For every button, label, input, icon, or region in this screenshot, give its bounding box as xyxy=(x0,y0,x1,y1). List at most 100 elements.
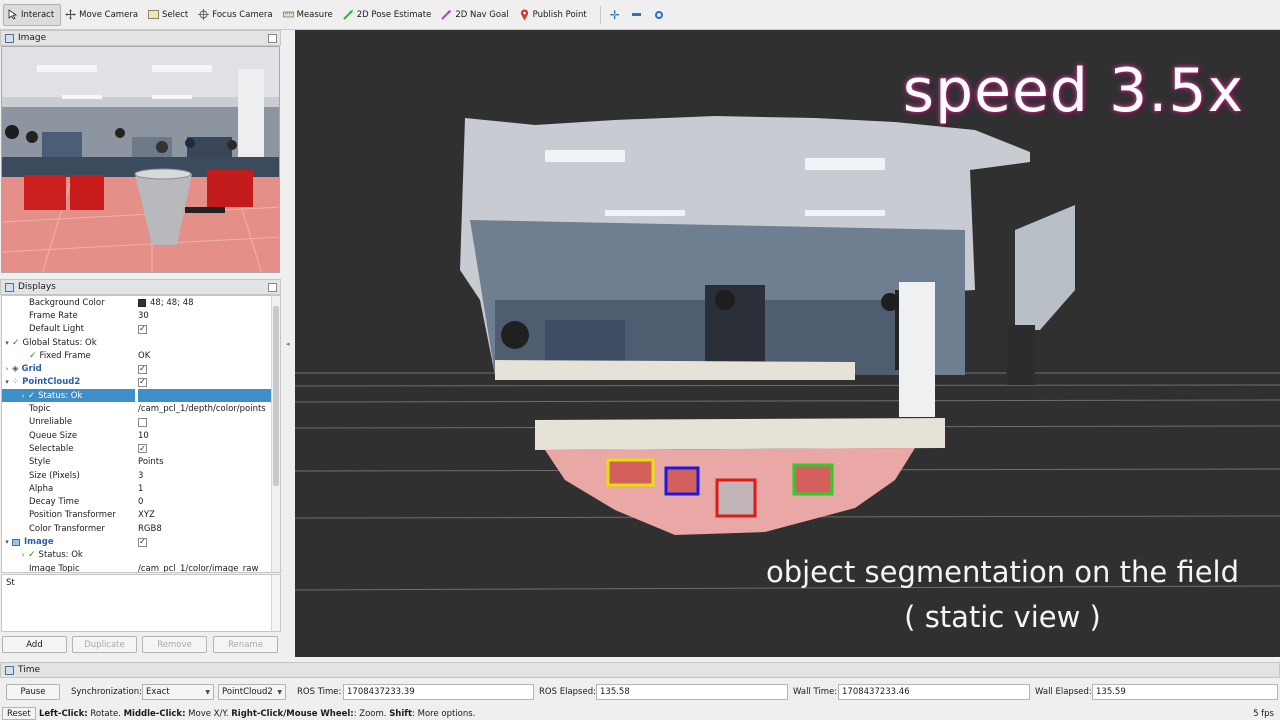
description-scrollbar[interactable] xyxy=(271,575,280,631)
property-name: › ✓ Status: Ok xyxy=(2,549,135,562)
property-name: Alpha xyxy=(29,483,54,494)
property-row[interactable]: Position Transformer XYZ xyxy=(2,509,272,522)
tool-measure[interactable]: Measure xyxy=(280,4,339,26)
expand-arrow-icon[interactable]: › xyxy=(18,392,28,400)
sync-source-value: PointCloud2 xyxy=(222,687,273,697)
tool-select[interactable]: Select xyxy=(145,4,194,26)
property-row[interactable]: ✓ Fixed Frame OK xyxy=(2,349,272,362)
displays-scrollbar[interactable] xyxy=(271,296,280,572)
reset-button[interactable]: Reset xyxy=(2,707,36,720)
expand-arrow-icon[interactable]: › xyxy=(18,551,28,559)
checkbox[interactable]: ✓ xyxy=(138,324,147,334)
checkbox[interactable]: ✓ xyxy=(138,364,147,374)
nav-goal-icon xyxy=(441,9,452,20)
property-value: 48; 48; 48 xyxy=(138,296,272,309)
property-value: RGB8 xyxy=(138,523,162,534)
tool-focus-camera[interactable]: Focus Camera xyxy=(195,4,278,26)
remove-display-button[interactable]: Remove xyxy=(142,636,207,653)
display-row-grid[interactable]: › ◈ Grid ✓ xyxy=(2,363,272,376)
add-tool-button[interactable]: ✛ xyxy=(607,7,623,23)
property-row[interactable]: Unreliable xyxy=(2,416,272,429)
wall-elapsed-field[interactable]: 135.59 xyxy=(1092,684,1278,700)
property-row[interactable]: Decay Time 0 xyxy=(2,496,272,509)
sync-source-select[interactable]: PointCloud2 ▼ xyxy=(218,684,286,700)
checkbox[interactable]: ✓ xyxy=(138,444,147,454)
property-name: Frame Rate xyxy=(29,310,78,321)
expand-arrow-icon[interactable]: ▾ xyxy=(2,538,12,546)
dropdown-arrow-icon: ▼ xyxy=(205,689,210,696)
display-row-pointcloud2[interactable]: ▾ ⁘ PointCloud2 ✓ xyxy=(2,376,272,389)
property-row-selected[interactable]: › ✓ Status: Ok xyxy=(2,389,272,403)
property-value: ✓ xyxy=(138,376,272,389)
status-label: Status: Ok xyxy=(38,550,83,561)
property-row[interactable]: Frame Rate 30 xyxy=(2,309,272,322)
property-row[interactable]: Alpha 1 xyxy=(2,482,272,495)
sync-mode-select[interactable]: Exact ▼ xyxy=(142,684,214,700)
tool-label: Publish Point xyxy=(532,9,587,20)
render-view[interactable]: speed 3.5x object segmentation on the fi… xyxy=(295,30,1280,657)
time-panel-title: Time xyxy=(0,662,1280,678)
property-row[interactable]: ▾ ✓ Global Status: Ok xyxy=(2,336,272,349)
property-value: ✓ xyxy=(138,323,272,336)
scrollbar-thumb[interactable] xyxy=(273,306,279,486)
fps-indicator: 5 fps xyxy=(1253,709,1274,719)
property-value: 1 xyxy=(138,483,144,494)
display-row-image[interactable]: ▾ Image ✓ xyxy=(2,535,272,548)
property-name: Default Light xyxy=(29,324,84,335)
tool-2d-pose-estimate[interactable]: 2D Pose Estimate xyxy=(340,4,438,26)
ros-elapsed-field[interactable]: 135.58 xyxy=(596,684,788,700)
property-row[interactable]: Style Points xyxy=(2,456,272,469)
panel-splitter[interactable]: ◂ xyxy=(282,30,295,658)
status-label: Status: Ok xyxy=(38,390,83,401)
hint-shift: Shift xyxy=(389,709,413,719)
property-name: Decay Time xyxy=(29,497,80,508)
color-swatch xyxy=(138,298,146,307)
checkbox[interactable]: ✓ xyxy=(138,377,147,387)
property-name: Queue Size xyxy=(29,430,78,441)
remove-tool-button[interactable] xyxy=(629,7,645,23)
property-value: ✓ xyxy=(138,535,272,548)
tool-properties-button[interactable] xyxy=(651,7,667,23)
property-name: Unreliable xyxy=(29,417,73,428)
tool-interact[interactable]: Interact xyxy=(3,3,62,26)
image-panel-title-text: Image xyxy=(18,33,47,43)
hint-right-click: Right-Click/Mouse Wheel: xyxy=(231,709,354,719)
property-row[interactable]: Selectable ✓ xyxy=(2,442,272,455)
move-camera-icon xyxy=(65,9,76,20)
property-name: Image Topic xyxy=(29,563,80,573)
property-name: ▾ ✓ Global Status: Ok xyxy=(2,336,135,349)
expand-arrow-icon[interactable]: ▾ xyxy=(2,378,12,386)
displays-buttons: Add Duplicate Remove Rename xyxy=(0,636,281,654)
checkbox[interactable]: ✓ xyxy=(138,537,147,547)
expand-arrow-icon[interactable]: › xyxy=(2,365,12,373)
displays-panel-close-box[interactable] xyxy=(268,283,277,292)
property-row[interactable]: Background Color 48; 48; 48 xyxy=(2,296,272,309)
property-row[interactable]: Queue Size 10 xyxy=(2,429,272,442)
property-row[interactable]: › ✓ Status: Ok xyxy=(2,549,272,562)
property-description: St xyxy=(1,574,281,632)
status-bar: Reset Left-Click: Rotate. Middle-Click: … xyxy=(0,706,1280,720)
image-panel-close-box[interactable] xyxy=(268,34,277,43)
property-row[interactable]: Default Light ✓ xyxy=(2,323,272,336)
property-row[interactable]: Color Transformer RGB8 xyxy=(2,522,272,535)
collapse-arrow-icon[interactable]: ◂ xyxy=(286,340,290,348)
detection-box-red xyxy=(715,478,757,518)
tool-2d-nav-goal[interactable]: 2D Nav Goal xyxy=(438,4,514,26)
tool-move-camera[interactable]: Move Camera xyxy=(62,4,144,26)
tool-label: 2D Pose Estimate xyxy=(356,9,432,20)
property-row[interactable]: Size (Pixels) 3 xyxy=(2,469,272,482)
status-ok-icon: ✓ xyxy=(12,337,20,348)
rename-display-button[interactable]: Rename xyxy=(213,636,278,653)
tool-publish-point[interactable]: Publish Point xyxy=(516,4,593,26)
add-display-button[interactable]: Add xyxy=(2,636,67,653)
pause-button[interactable]: Pause xyxy=(6,684,60,700)
ros-time-field[interactable]: 1708437233.39 xyxy=(343,684,534,700)
duplicate-display-button[interactable]: Duplicate xyxy=(72,636,137,653)
checkbox[interactable] xyxy=(138,417,147,427)
property-row[interactable]: Topic /cam_pcl_1/depth/color/points xyxy=(2,402,272,415)
expand-arrow-icon[interactable]: ▾ xyxy=(2,339,12,347)
property-value: ✓ xyxy=(138,363,272,376)
property-row[interactable]: Image Topic /cam_pcl_1/color/image_raw xyxy=(2,562,272,573)
image-panel-icon xyxy=(5,33,14,43)
wall-time-field[interactable]: 1708437233.46 xyxy=(838,684,1030,700)
